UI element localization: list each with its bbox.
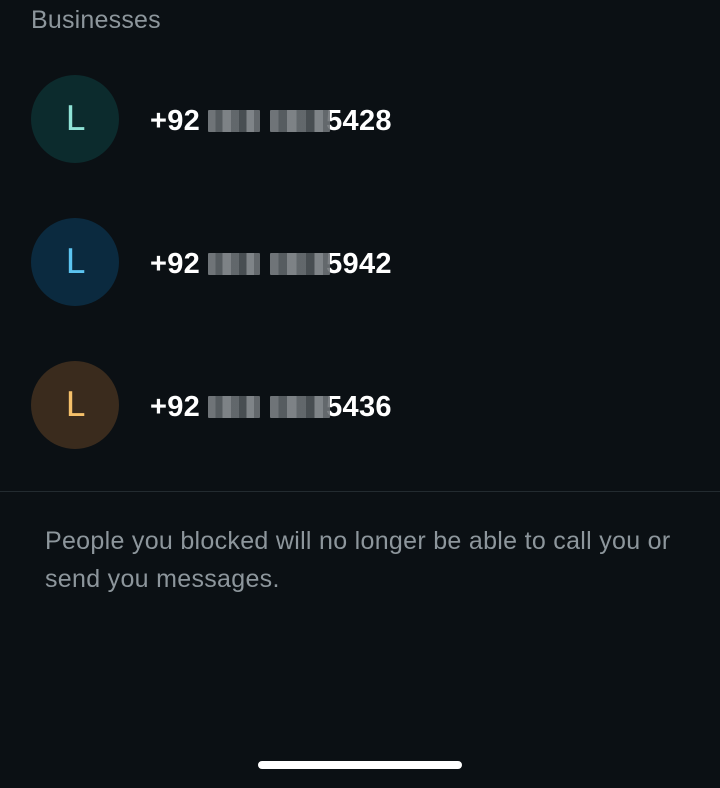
blocked-info-text: People you blocked will no longer be abl… (45, 527, 671, 593)
contact-phone-number: +92 5428 (150, 101, 392, 141)
contact-row[interactable]: L +92 5436 (0, 361, 720, 504)
section-header-businesses: Businesses (31, 6, 161, 34)
country-code: +92 (150, 104, 201, 137)
redacted-digits (208, 396, 261, 418)
number-suffix: 5942 (326, 247, 392, 280)
country-code: +92 (150, 390, 201, 423)
redacted-digits (270, 253, 331, 275)
contact-row[interactable]: L +92 5942 (0, 218, 720, 361)
redacted-digits (208, 253, 261, 275)
number-suffix: 5436 (326, 390, 392, 423)
gesture-navigation-handle[interactable] (258, 761, 462, 769)
avatar: L (31, 75, 119, 163)
redacted-digits (270, 396, 331, 418)
divider (0, 491, 720, 492)
redacted-digits (208, 110, 261, 132)
contact-phone-number: +92 5942 (150, 244, 392, 284)
contact-row[interactable]: L +92 5428 (0, 75, 720, 218)
contact-phone-number: +92 5436 (150, 387, 392, 427)
country-code: +92 (150, 247, 201, 280)
redacted-digits (270, 110, 331, 132)
number-suffix: 5428 (326, 104, 392, 137)
blocked-contacts-screen: Businesses L +92 5428 L +92 5942 L +92 5… (0, 0, 720, 788)
avatar: L (31, 218, 119, 306)
avatar: L (31, 361, 119, 449)
